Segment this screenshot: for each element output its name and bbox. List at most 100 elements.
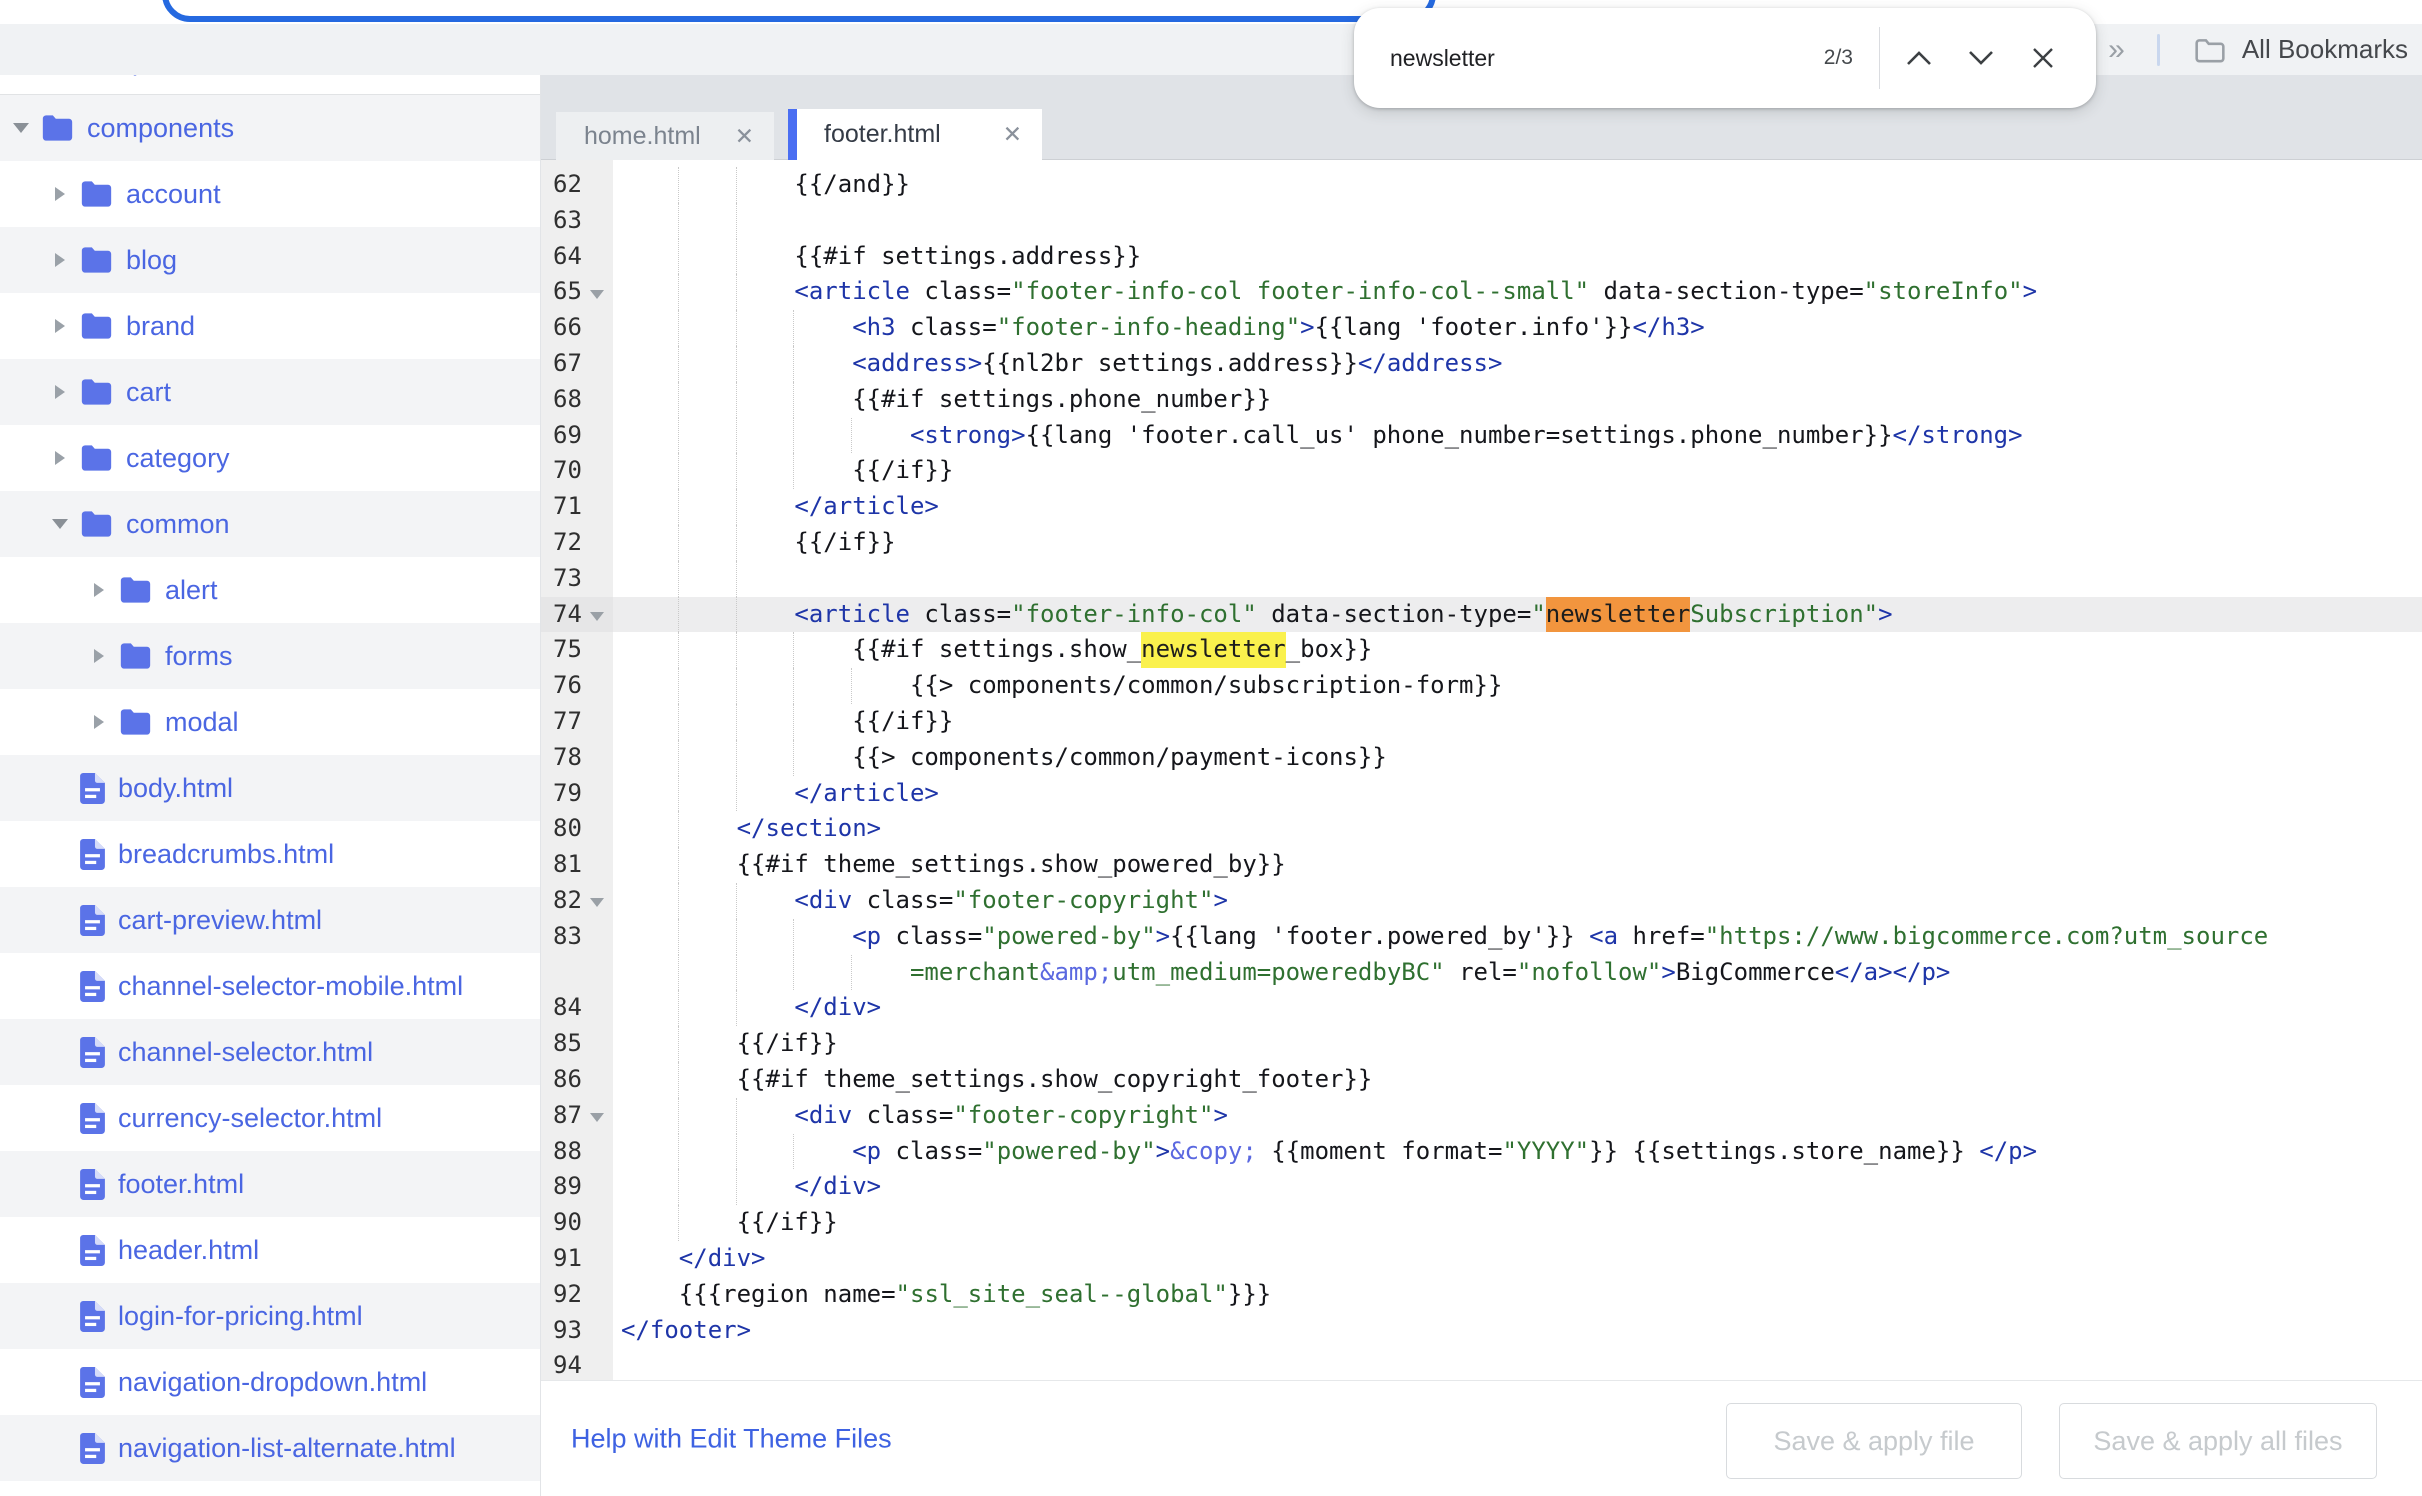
- code-line-94[interactable]: 94: [541, 1348, 2422, 1380]
- line-number: 65: [541, 274, 613, 311]
- line-number: 89: [541, 1169, 613, 1206]
- fold-arrow-icon[interactable]: [589, 898, 604, 908]
- tree-folder-forms[interactable]: forms: [0, 623, 540, 689]
- code-line-80[interactable]: 80 </section>: [541, 811, 2422, 848]
- code-line-85[interactable]: 85 {{/if}}: [541, 1026, 2422, 1062]
- code-line-72[interactable]: 72 {{/if}}: [541, 524, 2422, 561]
- tree-item-label: navigation-list-alternate.html: [118, 1432, 456, 1463]
- code-line-76[interactable]: 76 {{> components/common/subscription-for…: [541, 668, 2422, 704]
- tree-file-footer-html[interactable]: footer.html: [0, 1151, 540, 1217]
- tab-close-icon[interactable]: ✕: [735, 124, 754, 148]
- find-input[interactable]: newsletter: [1390, 45, 1824, 72]
- tree-item-label: body.html: [118, 772, 234, 803]
- tree-folder-account[interactable]: account: [0, 161, 540, 227]
- tree-folder-blog[interactable]: blog: [0, 227, 540, 293]
- tree-folder-alert[interactable]: alert: [0, 557, 540, 623]
- file-icon: [80, 1366, 105, 1398]
- fold-arrow-icon[interactable]: [589, 289, 604, 299]
- code-line-81[interactable]: 81 {{#if theme_settings.show_powered_by}}: [541, 847, 2422, 883]
- code-line-62[interactable]: 62 {{/and}}: [541, 167, 2422, 203]
- code-line-63[interactable]: 63: [541, 202, 2422, 239]
- code-line-64[interactable]: 64 {{#if settings.address}}: [541, 238, 2422, 275]
- code-line-74[interactable]: 74 <article class= "footer-info-col" data-…: [541, 596, 2422, 633]
- code-line-68[interactable]: 68 {{#if settings.phone_number}}: [541, 381, 2422, 418]
- code-line-77[interactable]: 77 {{/if}}: [541, 703, 2422, 740]
- code-line-75[interactable]: 75 {{#if settings.show_ newsletter _box}}: [541, 632, 2422, 669]
- find-next-icon[interactable]: [1950, 27, 2012, 89]
- code-line-92[interactable]: 92 {{{region name= "ssl_site_seal--global"…: [541, 1276, 2422, 1313]
- tree-file-currency-selector-html[interactable]: currency-selector.html: [0, 1085, 540, 1151]
- caret-right-icon[interactable]: [49, 385, 71, 399]
- caret-right-icon[interactable]: [88, 583, 110, 597]
- all-bookmarks-folder-icon[interactable]: [2194, 36, 2226, 64]
- code-line-wrap[interactable]: =merchant &amp; utm_medium=poweredbyBC" re…: [541, 954, 2422, 991]
- code-line-70[interactable]: 70 {{/if}}: [541, 453, 2422, 490]
- extensions-overflow-icon[interactable]: »: [2092, 34, 2141, 65]
- code-line-87[interactable]: 87 <div class= "footer-copyright" >: [541, 1097, 2422, 1134]
- tree-file-navigation-list-alternate-html[interactable]: navigation-list-alternate.html: [0, 1415, 540, 1481]
- code-line-78[interactable]: 78 {{> components/common/payment-icons}}: [541, 739, 2422, 776]
- code-line-65[interactable]: 65 <article class= "footer-info-col footer…: [541, 274, 2422, 311]
- code-line-84[interactable]: 84 </div>: [541, 990, 2422, 1027]
- code-line-69[interactable]: 69 <strong> {{lang 'footer.call_us' phone_…: [541, 417, 2422, 454]
- line-number: 63: [541, 202, 613, 239]
- code-line-91[interactable]: 91 </div>: [541, 1240, 2422, 1277]
- code-line-86[interactable]: 86 {{#if theme_settings.show_copyright_fo…: [541, 1061, 2422, 1098]
- code-line-89[interactable]: 89 </div>: [541, 1169, 2422, 1206]
- tree-file-body-html[interactable]: body.html: [0, 755, 540, 821]
- code-line-66[interactable]: 66 <h3 class= "footer-info-heading" > {{lang…: [541, 310, 2422, 346]
- code-line-93[interactable]: 93 </footer>: [541, 1312, 2422, 1349]
- line-number: 71: [541, 489, 613, 525]
- fold-arrow-icon[interactable]: [589, 611, 604, 621]
- code-line-88[interactable]: 88 <p class= "powered-by" > &copy; {{moment …: [541, 1133, 2422, 1170]
- code-text: {{#if settings.address}}: [613, 238, 1141, 275]
- caret-down-icon[interactable]: [49, 519, 71, 529]
- tree-file-channel-selector-html[interactable]: channel-selector.html: [0, 1019, 540, 1085]
- code-line-73[interactable]: 73: [541, 560, 2422, 597]
- tree-folder-cart[interactable]: cart: [0, 359, 540, 425]
- tree-file-login-for-pricing-html[interactable]: login-for-pricing.html: [0, 1283, 540, 1349]
- find-close-icon[interactable]: [2012, 27, 2074, 89]
- find-match-count: 2/3: [1823, 46, 1853, 69]
- tree-file-cart-preview-html[interactable]: cart-preview.html: [0, 887, 540, 953]
- code-line-90[interactable]: 90 {{/if}}: [541, 1205, 2422, 1241]
- code-editor[interactable]: 62 {{/and}} 63 64 {{#if settings.address}} 65…: [541, 160, 2422, 1380]
- code-text: [613, 560, 794, 597]
- code-line-67[interactable]: 67 <address> {{nl2br settings.address}} </a…: [541, 345, 2422, 382]
- find-previous-icon[interactable]: [1888, 27, 1950, 89]
- tree-folder-templates[interactable]: templates: [0, 75, 540, 95]
- code-line-79[interactable]: 79 </article>: [541, 775, 2422, 812]
- file-icon: [80, 1102, 105, 1134]
- tab-footer-html[interactable]: footer.html ✕: [788, 109, 1042, 160]
- caret-right-icon[interactable]: [49, 451, 71, 465]
- tree-file-header-html[interactable]: header.html: [0, 1217, 540, 1283]
- caret-right-icon[interactable]: [49, 187, 71, 201]
- tab-home-html[interactable]: home.html ✕: [556, 112, 774, 160]
- tree-item-label: currency-selector.html: [118, 1102, 383, 1133]
- caret-down-icon[interactable]: [10, 123, 32, 133]
- tree-folder-category[interactable]: category: [0, 425, 540, 491]
- fold-arrow-icon[interactable]: [589, 1113, 604, 1123]
- code-line-71[interactable]: 71 </article>: [541, 489, 2422, 525]
- code-line-83[interactable]: 83 <p class= "powered-by" > {{lang 'footer.p…: [541, 918, 2422, 955]
- tree-folder-common[interactable]: common: [0, 491, 540, 557]
- tree-file-channel-selector-mobile-html[interactable]: channel-selector-mobile.html: [0, 953, 540, 1019]
- save-apply-file-button[interactable]: Save & apply file: [1726, 1403, 2022, 1479]
- caret-right-icon[interactable]: [49, 253, 71, 267]
- tree-folder-modal[interactable]: modal: [0, 689, 540, 755]
- folder-icon: [80, 180, 113, 208]
- code-text: <h3 class= "footer-info-heading" > {{lang '…: [613, 310, 1705, 346]
- tab-close-icon[interactable]: ✕: [1003, 123, 1022, 146]
- tree-folder-brand[interactable]: brand: [0, 293, 540, 359]
- caret-right-icon[interactable]: [88, 649, 110, 663]
- tree-file-navigation-dropdown-html[interactable]: navigation-dropdown.html: [0, 1349, 540, 1415]
- tree-file-breadcrumbs-html[interactable]: breadcrumbs.html: [0, 821, 540, 887]
- all-bookmarks-label[interactable]: All Bookmarks: [2242, 34, 2408, 65]
- caret-right-icon[interactable]: [49, 319, 71, 333]
- save-apply-all-files-button[interactable]: Save & apply all files: [2059, 1403, 2377, 1479]
- code-text: {{/if}}: [613, 1026, 838, 1062]
- help-link[interactable]: Help with Edit Theme Files: [571, 1424, 892, 1455]
- caret-right-icon[interactable]: [88, 715, 110, 729]
- code-line-82[interactable]: 82 <div class= "footer-copyright" >: [541, 882, 2422, 919]
- tree-folder-components[interactable]: components: [0, 95, 540, 161]
